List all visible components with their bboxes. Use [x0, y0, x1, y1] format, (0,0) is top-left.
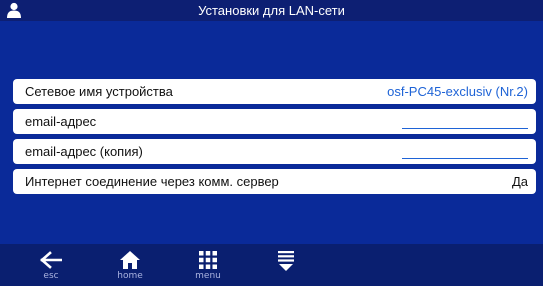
setting-label: Интернет соединение через комм. сервер	[25, 174, 279, 189]
arrow-left-icon	[40, 251, 62, 269]
device-name-value[interactable]: osf-PC45-exclusiv (Nr.2)	[387, 84, 528, 99]
setting-row-internet-connection[interactable]: Интернет соединение через комм. сервер Д…	[13, 169, 536, 194]
setting-label: email-адрес	[25, 114, 97, 129]
list-scroll-down-icon	[278, 251, 294, 271]
menu-label: menu	[195, 271, 221, 281]
scroll-down-button[interactable]	[266, 248, 306, 284]
title-bar: Установки для LAN-сети	[0, 0, 543, 21]
grid-menu-icon	[199, 251, 217, 269]
esc-button[interactable]: esc	[31, 248, 71, 284]
setting-label: email-адрес (копия)	[25, 144, 143, 159]
home-label: home	[117, 271, 143, 281]
internet-connection-value[interactable]: Да	[512, 174, 528, 189]
menu-button[interactable]: menu	[188, 248, 228, 284]
esc-label: esc	[43, 271, 59, 281]
setting-row-device-name[interactable]: Сетевое имя устройства osf-PC45-exclusiv…	[13, 79, 536, 104]
home-button[interactable]: home	[110, 248, 150, 284]
settings-panel: Сетевое имя устройства osf-PC45-exclusiv…	[0, 21, 543, 244]
home-icon	[120, 251, 140, 269]
email-field[interactable]	[402, 114, 528, 129]
page-title: Установки для LAN-сети	[198, 3, 345, 18]
setting-row-email-copy[interactable]: email-адрес (копия)	[13, 139, 536, 164]
setting-row-email[interactable]: email-адрес	[13, 109, 536, 134]
email-copy-field[interactable]	[402, 144, 528, 159]
bottom-toolbar: esc home menu	[0, 244, 543, 286]
setting-label: Сетевое имя устройства	[25, 84, 173, 99]
